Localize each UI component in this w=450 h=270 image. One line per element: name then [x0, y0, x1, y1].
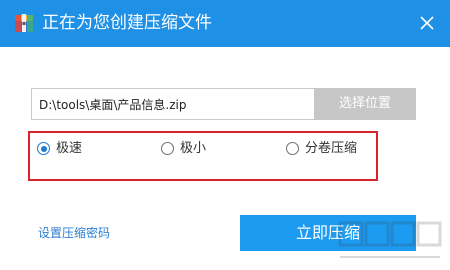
radio-split-volume-indicator [286, 142, 299, 155]
radio-split-volume-label: 分卷压缩 [305, 141, 358, 156]
set-password-link[interactable]: 设置压缩密码 [38, 225, 110, 241]
save-path-row: 选择位置 [31, 88, 416, 120]
create-archive-dialog: 正在为您创建压缩文件 选择位置 极速 极小 分卷压缩 设置压缩密码 立即压缩 [0, 0, 450, 270]
save-path-input[interactable] [31, 88, 314, 120]
radio-smallest-label: 极小 [180, 141, 207, 156]
close-icon[interactable] [416, 12, 438, 34]
radio-fast-checked-indicator [37, 142, 50, 155]
choose-location-button[interactable]: 选择位置 [314, 88, 416, 120]
archive-box-icon [15, 14, 33, 32]
radio-fast-label: 极速 [56, 141, 83, 156]
title-bar: 正在为您创建压缩文件 [0, 0, 450, 47]
window-title: 正在为您创建压缩文件 [42, 13, 212, 33]
radio-smallest-indicator [161, 142, 174, 155]
compress-now-button[interactable]: 立即压缩 [240, 215, 416, 251]
